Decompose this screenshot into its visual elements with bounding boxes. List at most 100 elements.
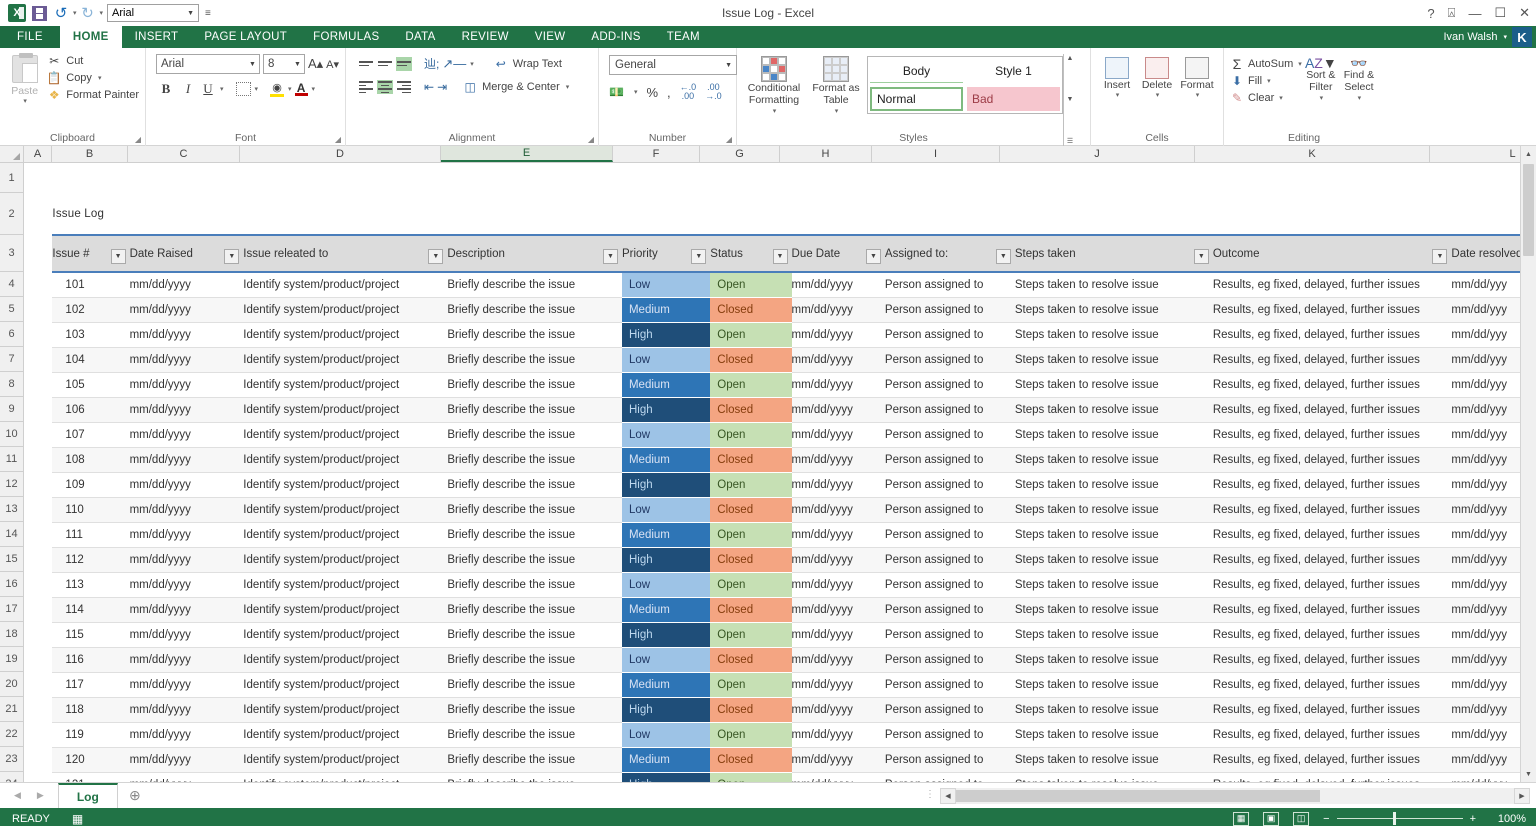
align-center-icon[interactable] xyxy=(377,80,393,94)
zoom-level[interactable]: 100% xyxy=(1490,813,1526,825)
table-row[interactable]: 102 mm/dd/yyyy Identify system/product/pro… xyxy=(24,297,1536,323)
cell-description[interactable]: Briefly describe the issue xyxy=(447,472,622,498)
increase-indent-icon[interactable]: ⇥ xyxy=(437,80,447,94)
row-header-8[interactable]: 8 xyxy=(0,372,23,397)
empty-cell[interactable] xyxy=(243,163,447,193)
cell-steps[interactable]: Steps taken to resolve issue xyxy=(1014,472,1213,498)
cell-priority[interactable]: High xyxy=(621,697,711,723)
chevron-down-icon[interactable]: ▼ xyxy=(249,61,256,68)
row-header-13[interactable]: 13 xyxy=(0,497,23,522)
cell-description[interactable]: Briefly describe the issue xyxy=(447,497,622,523)
fill-button[interactable]: ⬇ Fill ▾ xyxy=(1230,74,1302,88)
empty-cell[interactable] xyxy=(24,597,53,622)
split-handle[interactable]: ⋮ xyxy=(925,789,936,800)
cell-style-bad[interactable]: Bad xyxy=(967,87,1060,111)
cell-steps[interactable]: Steps taken to resolve issue xyxy=(1014,572,1213,598)
cell-priority[interactable]: High xyxy=(621,622,711,648)
empty-cell[interactable] xyxy=(24,647,53,672)
cell-date-raised[interactable]: mm/dd/yyyy xyxy=(129,522,244,548)
chevron-down-icon[interactable]: ▼ xyxy=(725,62,732,69)
sheet-tab-log[interactable]: Log xyxy=(57,783,118,808)
table-row[interactable]: 109 mm/dd/yyyy Identify system/product/pro… xyxy=(24,472,1536,498)
cell-outcome[interactable]: Results, eg fixed, delayed, further issu… xyxy=(1212,322,1452,348)
empty-cell[interactable] xyxy=(1015,163,1213,193)
restore-icon[interactable]: ☐ xyxy=(1494,5,1506,21)
cell-status[interactable]: Closed xyxy=(710,597,792,623)
cell-priority[interactable]: High xyxy=(621,772,711,782)
empty-cell[interactable] xyxy=(792,163,885,193)
empty-cell[interactable] xyxy=(885,193,1015,235)
autosum-button[interactable]: Σ AutoSum ▾ xyxy=(1230,56,1302,72)
empty-cell[interactable] xyxy=(24,163,52,193)
empty-cell[interactable] xyxy=(24,397,53,422)
empty-cell[interactable] xyxy=(24,193,52,235)
underline-button[interactable]: U xyxy=(200,81,216,97)
cell-assigned-to[interactable]: Person assigned to xyxy=(884,497,1015,523)
cell-date-raised[interactable]: mm/dd/yyyy xyxy=(129,597,244,623)
underline-dropdown-icon[interactable]: ▾ xyxy=(220,85,224,93)
cell-due-date[interactable]: mm/dd/yyyy xyxy=(791,647,885,673)
cell-priority[interactable]: Medium xyxy=(621,747,711,773)
empty-cell[interactable] xyxy=(792,193,885,235)
filter-dropdown-icon[interactable]: ▼ xyxy=(865,249,881,264)
table-row[interactable]: 101 mm/dd/yyyy Identify system/product/pro… xyxy=(24,272,1536,298)
tab-insert[interactable]: INSERT xyxy=(122,26,192,48)
cell-outcome[interactable]: Results, eg fixed, delayed, further issu… xyxy=(1212,647,1452,673)
previous-sheet-icon[interactable]: ◀ xyxy=(14,790,21,801)
cell-due-date[interactable]: mm/dd/yyyy xyxy=(791,497,885,523)
empty-cell[interactable] xyxy=(24,522,53,547)
clipboard-dialog-launcher-icon[interactable]: ◢ xyxy=(135,135,141,144)
cell-status[interactable]: Open xyxy=(710,572,792,598)
cell-priority[interactable]: Medium xyxy=(621,597,711,623)
zoom-control[interactable]: − + xyxy=(1323,812,1476,825)
column-header-i[interactable]: I xyxy=(872,146,1000,162)
scroll-down-icon[interactable]: ▼ xyxy=(1521,766,1536,782)
cell-outcome[interactable]: Results, eg fixed, delayed, further issu… xyxy=(1212,372,1452,398)
zoom-in-button[interactable]: + xyxy=(1470,813,1476,825)
cell-priority[interactable]: Medium xyxy=(621,447,711,473)
cell-due-date[interactable]: mm/dd/yyyy xyxy=(791,397,885,423)
cell-steps[interactable]: Steps taken to resolve issue xyxy=(1014,772,1213,782)
font-size-input[interactable]: 8 ▼ xyxy=(262,54,305,74)
cell-outcome[interactable]: Results, eg fixed, delayed, further issu… xyxy=(1212,497,1452,523)
empty-cell[interactable] xyxy=(1015,193,1213,235)
table-row[interactable]: 112 mm/dd/yyyy Identify system/product/pro… xyxy=(24,547,1536,573)
cell-related-to[interactable]: Identify system/product/project xyxy=(243,672,448,698)
cell-assigned-to[interactable]: Person assigned to xyxy=(884,522,1015,548)
column-header-b[interactable]: B xyxy=(52,146,128,162)
percent-format-button[interactable]: % xyxy=(646,85,658,100)
cell-assigned-to[interactable]: Person assigned to xyxy=(884,697,1015,723)
cell-date-raised[interactable]: mm/dd/yyyy xyxy=(129,547,244,573)
cell-steps[interactable]: Steps taken to resolve issue xyxy=(1014,522,1213,548)
cell-status[interactable]: Open xyxy=(710,372,792,398)
cell-description[interactable]: Briefly describe the issue xyxy=(447,422,622,448)
filter-dropdown-icon[interactable]: ▼ xyxy=(691,249,707,264)
empty-cell[interactable] xyxy=(24,697,53,722)
empty-cell[interactable] xyxy=(24,497,53,522)
row-header-11[interactable]: 11 xyxy=(0,447,23,472)
empty-cell[interactable] xyxy=(24,622,53,647)
cell-status[interactable]: Open xyxy=(710,622,792,648)
row-header-16[interactable]: 16 xyxy=(0,572,23,597)
cell-id[interactable]: 105 xyxy=(52,372,130,398)
align-left-icon[interactable] xyxy=(358,80,374,94)
cell-description[interactable]: Briefly describe the issue xyxy=(447,647,622,673)
row-header-5[interactable]: 5 xyxy=(0,297,23,322)
row-header-22[interactable]: 22 xyxy=(0,722,23,747)
cell-status[interactable]: Closed xyxy=(710,397,792,423)
borders-dropdown-icon[interactable]: ▾ xyxy=(255,85,259,93)
cell-priority[interactable]: Low xyxy=(621,347,711,373)
cell-date-raised[interactable]: mm/dd/yyyy xyxy=(129,472,244,498)
cell-status[interactable]: Open xyxy=(710,472,792,498)
cell-description[interactable]: Briefly describe the issue xyxy=(447,722,622,748)
scroll-up-icon[interactable]: ▲ xyxy=(1067,55,1074,62)
fill-color-dropdown-icon[interactable]: ▾ xyxy=(288,85,292,93)
align-top-icon[interactable] xyxy=(358,57,374,71)
cell-due-date[interactable]: mm/dd/yyyy xyxy=(791,272,885,298)
cell-description[interactable]: Briefly describe the issue xyxy=(447,622,622,648)
cell-assigned-to[interactable]: Person assigned to xyxy=(884,447,1015,473)
bold-button[interactable]: B xyxy=(156,81,176,97)
scroll-down-icon[interactable]: ▼ xyxy=(1067,96,1074,103)
cell-id[interactable]: 112 xyxy=(52,547,130,573)
empty-cell[interactable] xyxy=(622,193,710,235)
